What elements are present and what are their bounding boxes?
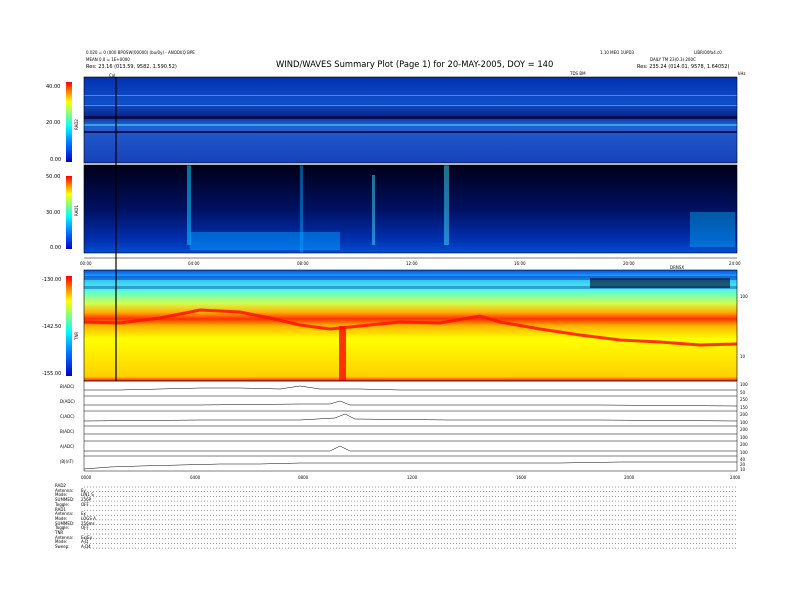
rad1-low-activity (690, 212, 735, 247)
trace-1 (84, 385, 737, 391)
time-tick: 16:00 (514, 261, 526, 266)
rad1-label: RAD1 (74, 205, 79, 216)
line-panel-right-tick: 200 (740, 442, 748, 447)
rad2-spectrogram (84, 77, 737, 163)
rad2-tick: 0.00 (50, 157, 62, 163)
line-panel-right-tick: 200 (740, 427, 748, 432)
tnr-dark-patch (590, 278, 730, 288)
summary-plot (66, 76, 738, 549)
rad1-burst (444, 165, 449, 245)
time-tick: 20:00 (623, 261, 635, 266)
tnr-colorbar (66, 276, 72, 376)
line-panel-right-tick: 100 (740, 435, 748, 440)
rad1-panel (66, 164, 738, 254)
bottom-time-tick: 2000 (624, 475, 635, 480)
tnr-label: TNR (74, 331, 79, 340)
line-panel-right-tick: 150 (740, 405, 748, 410)
rad2-tick: 20.00 (46, 120, 61, 126)
rad2-colorbar (66, 82, 72, 162)
line-panel-right-tick: 100 (740, 382, 748, 387)
rad1-tick: 0.00 (50, 245, 62, 251)
tnr-tick: -155.00 (42, 371, 62, 377)
line-panel-right-tick: 100 (740, 450, 748, 455)
line-panel-right-tick: 250 (740, 397, 748, 402)
bottom-time-tick: 0800 (298, 475, 309, 480)
rad2-tick: 40.00 (46, 84, 61, 90)
rad1-burst (372, 175, 375, 245)
time-tick: 00:00 (80, 261, 92, 266)
rad2-band (84, 95, 737, 96)
line-panel-label: B(ADC) (60, 384, 75, 389)
rad1-tick: 30.00 (46, 210, 61, 216)
bottom-time-tick: 1200 (407, 475, 418, 480)
bottom-time-tick: 0000 (81, 475, 92, 480)
tnr-right-tick: 10 (740, 354, 746, 359)
line-panel-label: C(ADC) (60, 414, 75, 419)
trace-3 (83, 413, 738, 422)
time-tick: 08:00 (297, 261, 309, 266)
rad2-label: RAD2 (74, 119, 79, 130)
rad1-colorbar (66, 176, 72, 249)
bottom-time-tick: 0400 (190, 475, 201, 480)
line-panel-label: D(ADC) (60, 399, 75, 404)
info-key: Sweep: (55, 544, 70, 550)
line-panels (83, 380, 738, 472)
rad1-low-activity (190, 232, 340, 250)
rad1-spectrogram (84, 165, 737, 253)
time-tick: 12:00 (406, 261, 418, 266)
tnr-right-label: DRNSX (670, 265, 685, 270)
rad2-panel (66, 76, 738, 164)
line-panel-right-tick: 50 (740, 390, 746, 395)
rad1-tick: 50.00 (46, 174, 61, 180)
tnr-right-tick: 100 (740, 294, 748, 299)
info-dotted-rows (84, 486, 737, 549)
line-panel-label: A(ADC) (60, 444, 75, 449)
bottom-time-tick: 1600 (516, 475, 527, 480)
tnr-tick: -142.50 (42, 324, 62, 330)
tnr-panel (66, 269, 738, 382)
line-panel-label: |B|(nT) (60, 459, 74, 464)
rad2-band (84, 124, 737, 126)
trace-6 (83, 461, 737, 470)
time-tick: 04:00 (188, 261, 200, 266)
rad2-band (84, 116, 737, 119)
trace-2 (84, 400, 738, 407)
trace-5 (84, 445, 737, 452)
tnr-event (339, 326, 346, 381)
info-row: Sweep: A-D4 (55, 544, 91, 550)
line-panel-right-tick: 200 (740, 412, 748, 417)
line-panel-right-tick: 10 (740, 467, 746, 472)
rad2-band (84, 131, 737, 133)
info-value: A-D4 (81, 544, 91, 550)
bottom-time-tick: 2400 (730, 475, 741, 480)
rad2-band (84, 105, 737, 106)
line-panel-label: B(ADC) (60, 429, 75, 434)
instrument-info-block: RAD2 Antenna: Ey Mode: LIN1 S SUMMED: 256P Togg… (55, 483, 96, 550)
line-panel-right-tick: 100 (740, 420, 748, 425)
tnr-tick: -130.00 (42, 277, 62, 283)
time-tick: 24:00 (729, 261, 741, 266)
